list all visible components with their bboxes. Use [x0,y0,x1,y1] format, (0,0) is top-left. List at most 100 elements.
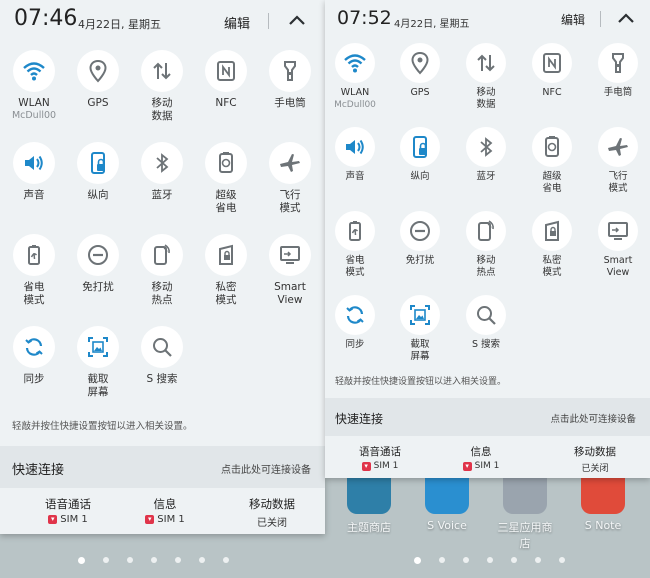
tile-hotspot[interactable]: 移动 热点 [454,211,518,301]
tile-button[interactable] [205,50,247,92]
tile-private-mode[interactable]: 私密 模式 [520,211,584,301]
tile-hotspot[interactable]: 移动 热点 [130,234,194,324]
quick-connect-hint[interactable]: 点击此处可连接设备 [550,411,636,425]
tile-ultra-power-saving[interactable]: 超级 省电 [520,127,584,217]
tile-button[interactable] [269,50,311,92]
page-dot[interactable] [414,557,421,564]
sim-slot[interactable]: 移动数据 已关闭 [547,444,643,474]
quick-connect-hint[interactable]: 点击此处可连接设备 [221,461,311,476]
tile-button[interactable] [532,127,572,167]
tile-button[interactable] [141,234,183,276]
tile-sound[interactable]: 声音 [2,142,66,232]
tile-wifi[interactable]: WLAN McDull00 [2,50,66,140]
tile-private-mode[interactable]: 私密 模式 [194,234,258,324]
tile-screenshot[interactable]: 截取 屏幕 [388,295,452,385]
tile-bluetooth[interactable]: 蓝牙 [454,127,518,217]
tile-button[interactable] [335,211,375,251]
tile-airplane[interactable]: 飞行 模式 [258,142,322,232]
tile-nfc[interactable]: NFC [520,43,584,133]
tile-sync[interactable]: 同步 [2,326,66,416]
tile-button[interactable] [335,43,375,83]
tile-button[interactable] [598,127,638,167]
sim-slot[interactable]: 信息 ▾ SIM 1 [433,444,529,471]
tile-button[interactable] [598,43,638,83]
tile-button[interactable] [13,326,55,368]
tile-portrait-lock[interactable]: 纵向 [388,127,452,217]
home-app[interactable]: 主题商店 [339,478,399,535]
tile-button[interactable] [205,142,247,184]
tile-bluetooth[interactable]: 蓝牙 [130,142,194,232]
tile-button[interactable] [466,211,506,251]
tile-button[interactable] [466,295,506,335]
tile-button[interactable] [466,43,506,83]
tile-button[interactable] [532,211,572,251]
tile-button[interactable] [13,142,55,184]
tile-button[interactable] [400,295,440,335]
tile-mobile-data[interactable]: 移动 数据 [454,43,518,133]
tile-button[interactable] [598,211,638,251]
page-dot[interactable] [559,557,565,563]
tile-sound[interactable]: 声音 [323,127,387,217]
sim-slot[interactable]: 信息 ▾ SIM 1 [117,496,213,525]
tile-wifi[interactable]: WLAN McDull00 [323,43,387,133]
tile-sync[interactable]: 同步 [323,295,387,385]
page-dot[interactable] [151,557,157,563]
tile-search[interactable]: S 搜索 [130,326,194,416]
quick-connect-bar[interactable]: 快速连接 点击此处可连接设备 [0,446,325,488]
edit-button[interactable]: 编辑 [224,13,250,32]
sim-slot[interactable]: 语音通话 ▾ SIM 1 [20,496,116,525]
page-dot[interactable] [199,557,205,563]
page-dot[interactable] [127,557,133,563]
tile-do-not-disturb[interactable]: 免打扰 [66,234,130,324]
tile-button[interactable] [141,50,183,92]
home-app[interactable]: S Voice [417,478,477,532]
tile-flashlight[interactable]: 手电筒 [258,50,322,140]
tile-button[interactable] [400,43,440,83]
tile-mobile-data[interactable]: 移动 数据 [130,50,194,140]
tile-location[interactable]: GPS [66,50,130,140]
tile-search[interactable]: S 搜索 [454,295,518,385]
tile-do-not-disturb[interactable]: 免打扰 [388,211,452,301]
page-dot[interactable] [78,557,85,564]
page-dot[interactable] [439,557,445,563]
tile-button[interactable] [532,43,572,83]
tile-button[interactable] [335,295,375,335]
page-dot[interactable] [535,557,541,563]
tile-button[interactable] [466,127,506,167]
home-app[interactable]: 三星应用商店 [495,478,555,551]
tile-button[interactable] [400,211,440,251]
tile-button[interactable] [77,234,119,276]
tile-button[interactable] [77,326,119,368]
tile-button[interactable] [269,142,311,184]
page-dot[interactable] [103,557,109,563]
page-dot[interactable] [487,557,493,563]
page-dot[interactable] [175,557,181,563]
tile-nfc[interactable]: NFC [194,50,258,140]
tile-power-saving[interactable]: 省电 模式 [323,211,387,301]
tile-button[interactable] [205,234,247,276]
tile-smart-view[interactable]: Smart View [586,211,650,301]
tile-ultra-power-saving[interactable]: 超级 省电 [194,142,258,232]
tile-airplane[interactable]: 飞行 模式 [586,127,650,217]
tile-portrait-lock[interactable]: 纵向 [66,142,130,232]
tile-button[interactable] [13,50,55,92]
tile-screenshot[interactable]: 截取 屏幕 [66,326,130,416]
tile-power-saving[interactable]: 省电 模式 [2,234,66,324]
collapse-button[interactable] [613,6,639,30]
tile-location[interactable]: GPS [388,43,452,133]
tile-button[interactable] [141,142,183,184]
tile-button[interactable] [141,326,183,368]
tile-button[interactable] [400,127,440,167]
collapse-button[interactable] [284,8,310,32]
tile-button[interactable] [77,142,119,184]
edit-button[interactable]: 编辑 [561,11,585,28]
tile-flashlight[interactable]: 手电筒 [586,43,650,133]
tile-button[interactable] [77,50,119,92]
tile-button[interactable] [13,234,55,276]
tile-button[interactable] [335,127,375,167]
page-dot[interactable] [463,557,469,563]
page-dot[interactable] [223,557,229,563]
sim-slot[interactable]: 语音通话 ▾ SIM 1 [332,444,428,471]
tile-button[interactable] [269,234,311,276]
home-app[interactable]: S Note [573,478,633,532]
